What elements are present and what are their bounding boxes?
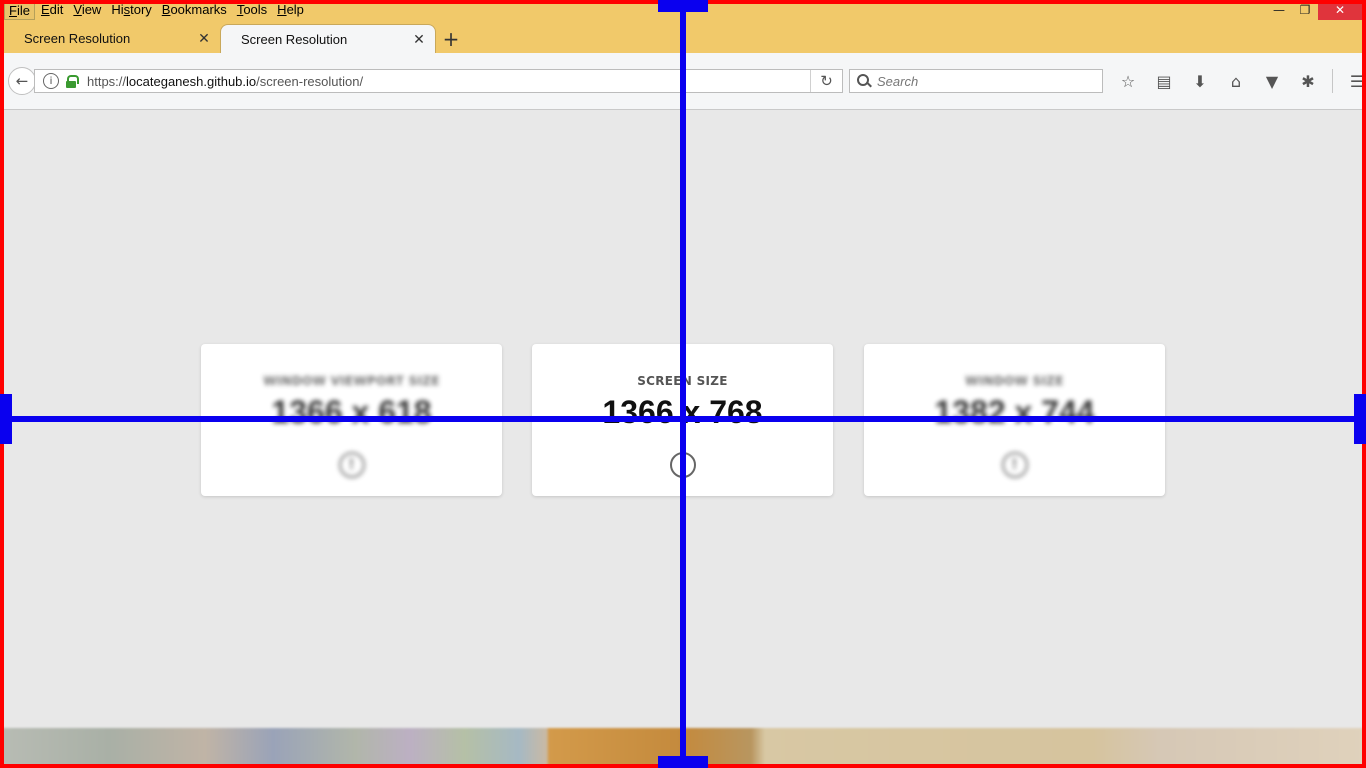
tab-screen-resolution-1[interactable]: Screen Resolution ✕ [4,24,220,53]
new-tab-button[interactable]: + [436,24,466,53]
card-value: 1366 x 618 [271,394,432,430]
toolbar-icons: ☆ ▤ ⬇ ⌂ ▼ ✱ ☰ [1110,69,1366,93]
url-bar[interactable]: i https://locateganesh.github.io/screen-… [34,69,843,93]
card-label: WINDOW SIZE [965,374,1064,388]
reload-icon[interactable]: ↻ [810,70,842,92]
crosshair-marker-top [658,0,708,12]
restore-icon[interactable]: ❐ [1292,0,1318,20]
info-icon[interactable]: ! [1001,452,1028,478]
info-icon[interactable]: ! [338,452,365,478]
horizontal-crosshair-line [0,416,1366,422]
tab-close-icon[interactable]: ✕ [196,30,212,47]
menu-bookmarks[interactable]: Bookmarks [158,0,231,20]
url-text[interactable]: https://locateganesh.github.io/screen-re… [87,74,363,89]
tab-screen-resolution-2[interactable]: Screen Resolution ✕ [220,24,436,53]
extension-icon[interactable]: ✱ [1290,69,1326,93]
tab-close-icon[interactable]: ✕ [411,31,427,47]
crosshair-marker-right [1354,394,1366,444]
menu-bar: File Edit View History Bookmarks Tools H… [4,0,310,20]
pocket-icon[interactable]: ▼ [1254,69,1290,93]
menu-tools[interactable]: Tools [233,0,271,20]
tab-strip: Screen Resolution ✕ Screen Resolution ✕ … [4,24,466,53]
menu-icon[interactable]: ☰ [1339,69,1366,93]
tab-label: Screen Resolution [241,31,348,47]
close-window-icon[interactable]: ✕ [1318,0,1362,20]
menu-history[interactable]: History [107,0,155,20]
bookmark-star-icon[interactable]: ☆ [1110,69,1146,93]
reading-list-icon[interactable]: ▤ [1146,69,1182,93]
vertical-crosshair-line [680,0,686,768]
back-arrow-icon[interactable]: ← [8,67,36,95]
crosshair-marker-left [0,394,12,444]
toolbar-separator [1332,69,1333,93]
menu-file[interactable]: File [4,0,35,20]
window-controls: — ❐ ✕ [1266,0,1362,20]
home-icon[interactable]: ⌂ [1218,69,1254,93]
lock-icon[interactable] [65,75,79,88]
menu-view[interactable]: View [69,0,105,20]
minimize-icon[interactable]: — [1266,0,1292,20]
card-value: 1382 x 744 [934,394,1095,430]
site-info-icon[interactable]: i [43,73,59,89]
tab-label: Screen Resolution [24,31,131,46]
card-label: WINDOW VIEWPORT SIZE [263,374,440,388]
menu-edit[interactable]: Edit [37,0,67,20]
search-input[interactable] [877,73,1097,89]
downloads-icon[interactable]: ⬇ [1182,69,1218,93]
crosshair-marker-bottom [658,756,708,768]
search-bar[interactable] [849,69,1103,93]
menu-help[interactable]: Help [273,0,308,20]
search-icon [857,74,871,88]
